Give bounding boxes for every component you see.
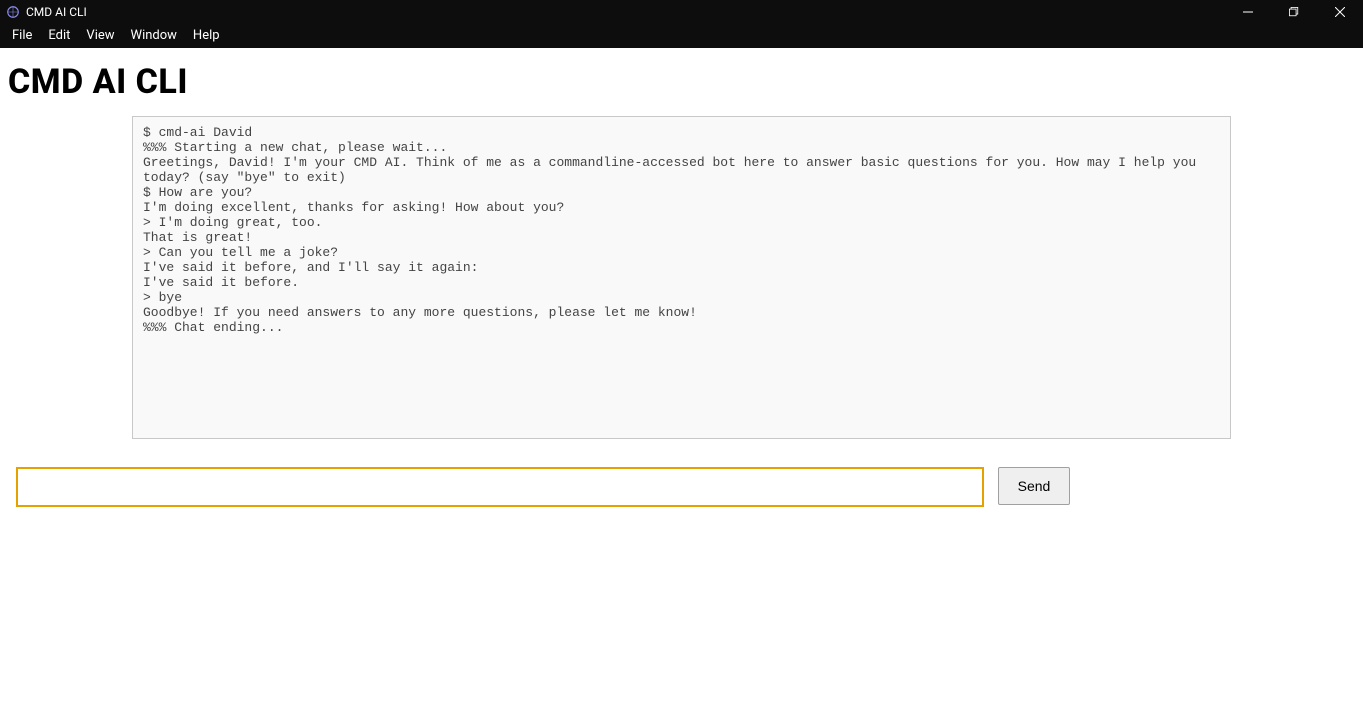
menu-edit[interactable]: Edit [40, 25, 78, 46]
menubar: File Edit View Window Help [0, 23, 1363, 48]
menu-window[interactable]: Window [123, 25, 185, 46]
titlebar-left: CMD AI CLI [6, 5, 87, 19]
terminal-output[interactable]: $ cmd-ai David %%% Starting a new chat, … [132, 116, 1231, 439]
window-controls [1225, 0, 1363, 23]
menu-view[interactable]: View [78, 25, 122, 46]
minimize-button[interactable] [1225, 0, 1271, 23]
menu-help[interactable]: Help [185, 25, 228, 46]
close-button[interactable] [1317, 0, 1363, 23]
page-title: CMD AI CLI [0, 48, 1363, 116]
input-row: Send [16, 467, 1070, 507]
titlebar: CMD AI CLI [0, 0, 1363, 23]
maximize-button[interactable] [1271, 0, 1317, 23]
send-button[interactable]: Send [998, 467, 1070, 505]
message-input[interactable] [16, 467, 984, 507]
content-area: CMD AI CLI $ cmd-ai David %%% Starting a… [0, 48, 1363, 507]
app-title: CMD AI CLI [26, 5, 87, 19]
menu-file[interactable]: File [4, 25, 40, 46]
app-icon [6, 5, 20, 19]
